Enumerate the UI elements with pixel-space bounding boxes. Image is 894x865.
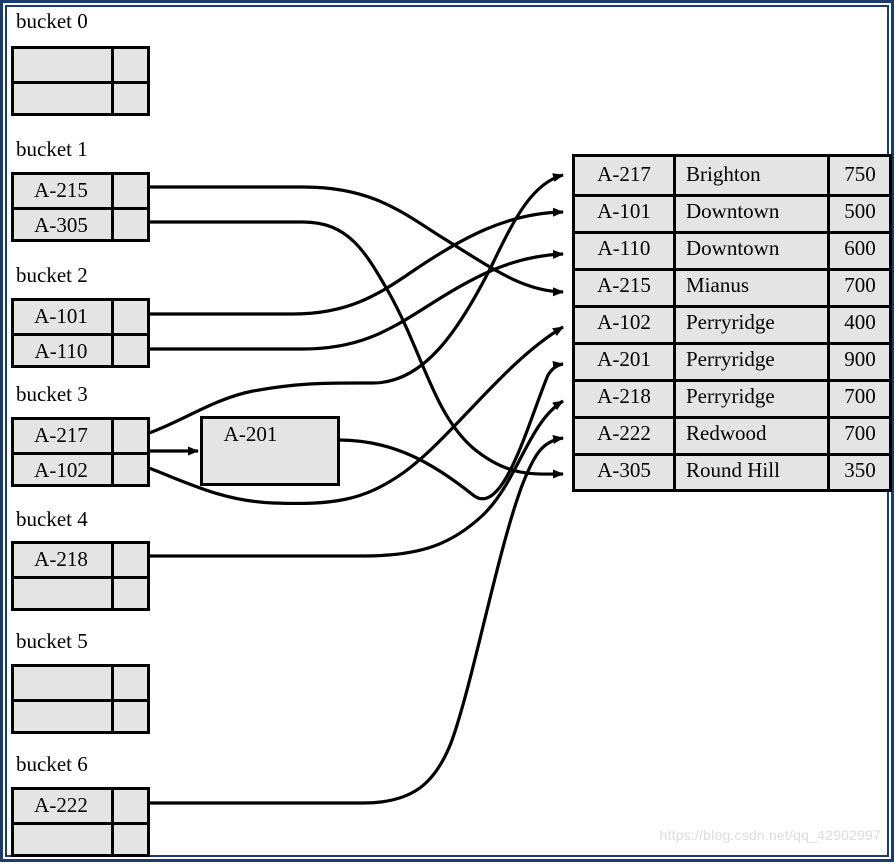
table-column-divider-1: [673, 157, 676, 489]
table-row-1-balance: 750: [844, 162, 876, 186]
table-row-5-account: A-102: [597, 310, 651, 334]
table-row-9-branch: Round Hill: [686, 458, 780, 482]
table-row-divider-8: [575, 453, 889, 456]
bucket-2-slot-0: A-101: [34, 304, 88, 328]
table-row-1-branch: Brighton: [686, 162, 761, 186]
table-row-4-account: A-215: [597, 273, 651, 297]
bucket-label-1: bucket 1: [16, 137, 88, 161]
overflow-slot-0: A-201: [223, 422, 278, 446]
figure-frame: bucket 0 bucket 1 A-215 A-305 bucket 2 A…: [0, 0, 894, 862]
table-row-6-balance: 900: [844, 347, 876, 371]
table-row-divider-3: [575, 268, 889, 271]
bucket-0-row-divider: [14, 81, 147, 84]
pointer-b2s1: [149, 207, 564, 316]
bucket-1-slot-1: A-305: [34, 213, 88, 237]
bucket-label-0: bucket 0: [16, 9, 88, 33]
bucket-1-row-divider: [14, 207, 147, 210]
bucket-3-slot-1: A-102: [34, 458, 88, 482]
table-row-divider-2: [575, 231, 889, 234]
table-row-8-branch: Redwood: [686, 421, 767, 445]
table-row-divider-1: [575, 194, 889, 197]
bucket-label-2: bucket 2: [16, 263, 88, 287]
bucket-6-slot-0: A-222: [34, 793, 88, 817]
bucket-box-0[interactable]: [11, 46, 150, 116]
pointer-b2s2: [149, 249, 564, 351]
table-row-divider-5: [575, 342, 889, 345]
bucket-4-row-divider: [14, 576, 147, 579]
table-row-2-account: A-101: [597, 199, 651, 223]
table-row-8-account: A-222: [597, 421, 651, 445]
bucket-3-slot-0: A-217: [34, 423, 88, 447]
table-row-3-balance: 600: [844, 236, 876, 260]
table-row-3-account: A-110: [597, 236, 651, 260]
table-row-5-branch: Perryridge: [686, 310, 775, 334]
bucket-2-slot-1: A-110: [34, 339, 88, 363]
table-row-2-branch: Downtown: [686, 199, 780, 223]
watermark-text: https://blog.csdn.net/qq_42902997: [659, 827, 881, 843]
bucket-3-row-divider: [14, 452, 147, 455]
table-row-6-branch: Perryridge: [686, 347, 775, 371]
bucket-4-slot-0: A-218: [34, 547, 88, 571]
table-row-2-balance: 500: [844, 199, 876, 223]
table-row-7-balance: 700: [844, 384, 876, 408]
bucket-label-6: bucket 6: [16, 752, 88, 776]
bucket-6-row-divider: [14, 822, 147, 825]
bucket-box-5[interactable]: [11, 664, 150, 734]
table-row-6-account: A-201: [597, 347, 651, 371]
bucket-label-3: bucket 3: [16, 382, 88, 406]
table-row-3-branch: Downtown: [686, 236, 780, 260]
table-row-4-branch: Mianus: [686, 273, 749, 297]
table-row-9-account: A-305: [597, 458, 651, 482]
table-row-7-account: A-218: [597, 384, 651, 408]
table-row-1-account: A-217: [597, 162, 651, 186]
table-row-7-branch: Perryridge: [686, 384, 775, 408]
table-row-8-balance: 700: [844, 421, 876, 445]
bucket-label-5: bucket 5: [16, 629, 88, 653]
pointer-b1s1: [149, 185, 564, 297]
table-row-divider-4: [575, 305, 889, 308]
bucket-2-row-divider: [14, 333, 147, 336]
bucket-5-row-divider: [14, 699, 147, 702]
bucket-label-4: bucket 4: [16, 507, 88, 531]
table-row-divider-7: [575, 416, 889, 419]
table-row-9-balance: 350: [844, 458, 876, 482]
table-column-divider-2: [827, 157, 830, 489]
table-row-5-balance: 400: [844, 310, 876, 334]
table-row-divider-6: [575, 379, 889, 382]
bucket-1-slot-0: A-215: [34, 178, 88, 202]
table-row-4-balance: 700: [844, 273, 876, 297]
